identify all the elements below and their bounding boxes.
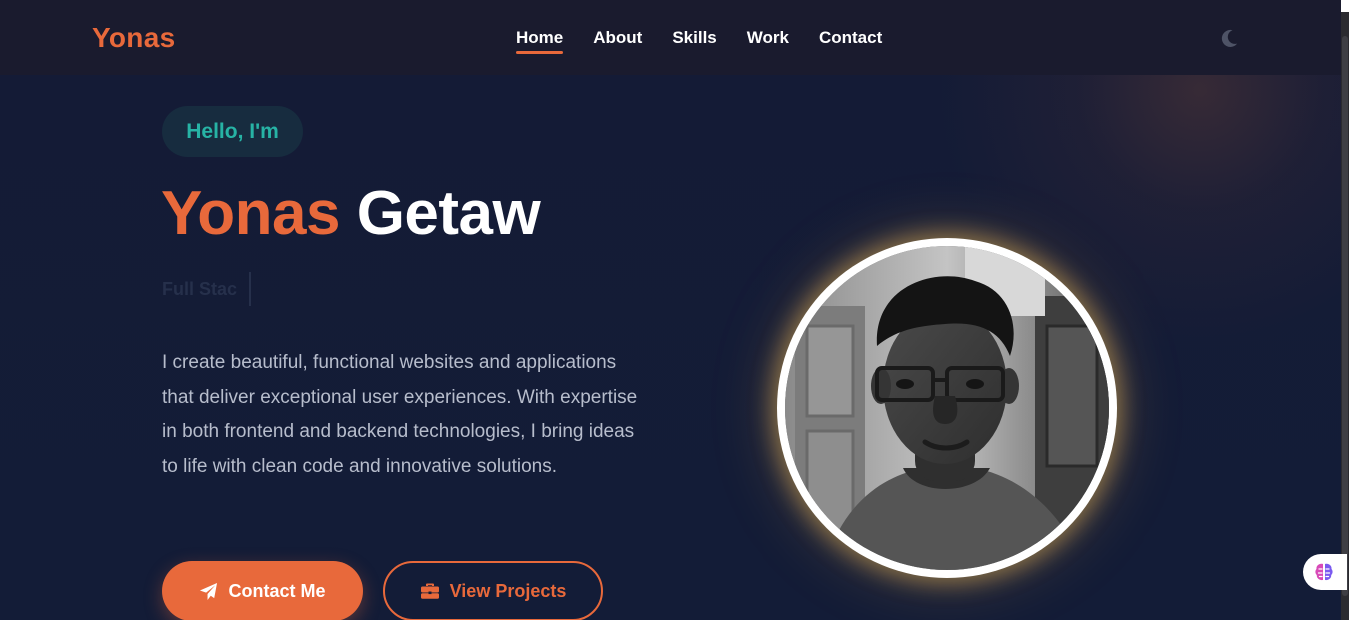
greeting-badge: Hello, I'm	[162, 106, 303, 157]
nav-link-contact[interactable]: Contact	[819, 28, 882, 54]
nav-link-about[interactable]: About	[593, 28, 642, 54]
typing-text: Full Stac	[162, 278, 238, 299]
hero-name: Yonas Getaw	[161, 178, 541, 249]
nav-link-work[interactable]: Work	[747, 28, 789, 54]
typing-cursor	[249, 272, 252, 306]
floating-assistant-button[interactable]	[1303, 554, 1347, 590]
contact-me-button[interactable]: Contact Me	[162, 561, 363, 620]
scrollbar[interactable]	[1341, 0, 1349, 620]
nav-link-skills[interactable]: Skills	[672, 28, 716, 54]
scrollbar-track-top	[1341, 0, 1349, 12]
profile-photo	[785, 246, 1109, 570]
nav-links: Home About Skills Work Contact	[516, 28, 912, 54]
hero-last-name: Getaw	[356, 179, 541, 248]
view-projects-button[interactable]: View Projects	[383, 561, 603, 620]
theme-toggle-button[interactable]	[1218, 27, 1240, 49]
navbar: Yonas Home About Skills Work Contact	[0, 0, 1341, 75]
contact-me-label: Contact Me	[228, 580, 326, 601]
page: Yonas Home About Skills Work Contact Hel…	[0, 0, 1341, 620]
briefcase-icon	[420, 583, 439, 599]
typing-text-container: Full Stac	[162, 272, 252, 306]
nav-link-home[interactable]: Home	[516, 28, 564, 54]
profile-photo-frame	[777, 238, 1117, 578]
paper-plane-icon	[200, 582, 218, 600]
moon-icon	[1221, 29, 1238, 47]
view-projects-label: View Projects	[449, 580, 567, 601]
hero-first-name: Yonas	[161, 179, 340, 248]
hero-description: I create beautiful, functional websites …	[162, 352, 638, 477]
scrollbar-thumb[interactable]	[1342, 36, 1348, 596]
profile-photo-illustration	[785, 246, 1109, 570]
brain-icon	[1315, 563, 1333, 581]
logo[interactable]: Yonas	[92, 22, 175, 54]
